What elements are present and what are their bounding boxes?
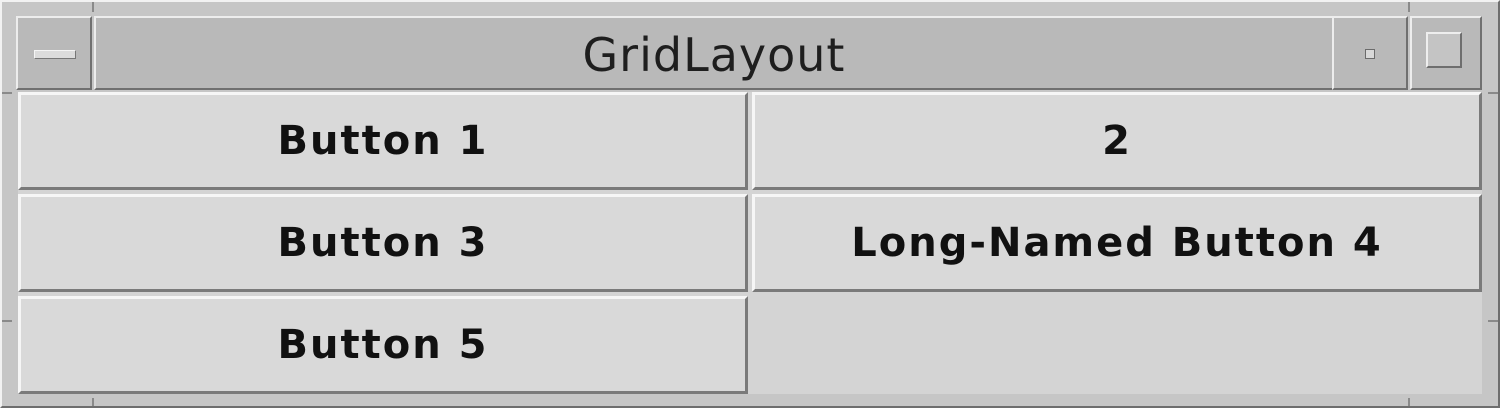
window-title: GridLayout — [582, 28, 846, 82]
button-3[interactable]: Button 3 — [18, 194, 748, 292]
frame-resize-tick[interactable] — [1408, 2, 1410, 12]
frame-resize-tick[interactable] — [92, 2, 94, 12]
frame-resize-tick[interactable] — [2, 92, 12, 94]
frame-resize-tick[interactable] — [2, 320, 12, 322]
button-1[interactable]: Button 1 — [18, 92, 748, 190]
window-menu-button[interactable] — [16, 16, 92, 90]
grid-panel: Button 1 2 Button 3 Long-Named Button 4 … — [18, 92, 1482, 394]
frame-resize-tick[interactable] — [1488, 92, 1498, 94]
empty-grid-cell — [752, 296, 1482, 394]
button-5[interactable]: Button 5 — [18, 296, 748, 394]
button-2[interactable]: 2 — [752, 92, 1482, 190]
minimize-icon — [1365, 49, 1375, 59]
title-drag-area[interactable]: GridLayout — [94, 16, 1334, 90]
gridlayout-window: GridLayout Button 1 2 Button 3 Long-Name… — [0, 0, 1500, 408]
maximize-button[interactable] — [1410, 16, 1482, 90]
frame-resize-tick[interactable] — [1408, 398, 1410, 406]
frame-resize-tick[interactable] — [1488, 320, 1498, 322]
minimize-button[interactable] — [1332, 16, 1408, 90]
button-4-long-named[interactable]: Long-Named Button 4 — [752, 194, 1482, 292]
title-bar[interactable]: GridLayout — [16, 16, 1482, 90]
window-menu-icon — [34, 50, 76, 59]
maximize-icon — [1426, 32, 1462, 68]
frame-resize-tick[interactable] — [92, 398, 94, 406]
